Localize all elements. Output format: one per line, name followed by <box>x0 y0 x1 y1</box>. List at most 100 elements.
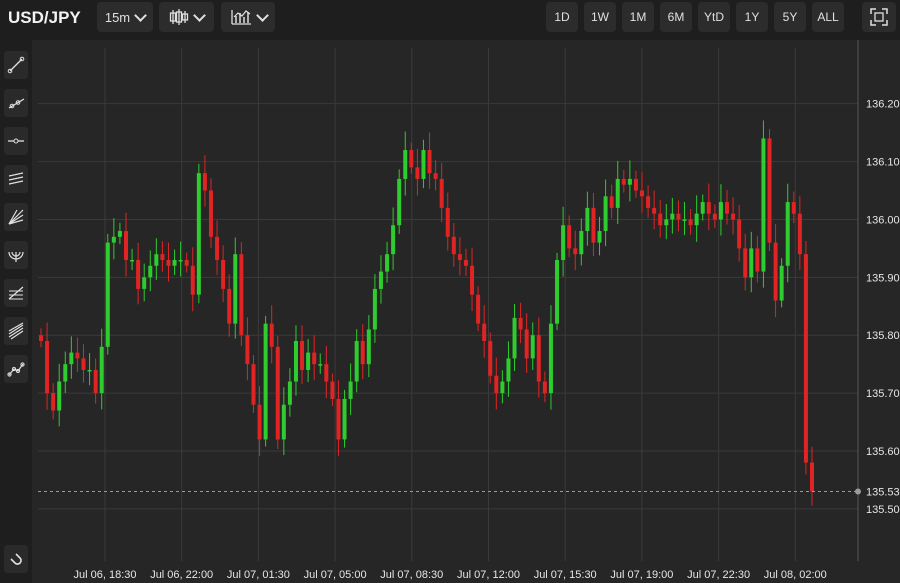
price-tick-label: 135.90 <box>866 272 900 284</box>
price-tick-label: 135.60 <box>866 446 900 458</box>
candle-body <box>366 329 371 365</box>
candle-body <box>633 178 638 191</box>
candle-body <box>810 462 814 492</box>
candle-body <box>385 254 390 272</box>
candle-body <box>536 335 541 382</box>
candle-body <box>93 369 98 394</box>
candle-body <box>615 178 620 208</box>
last-price-marker <box>855 488 861 495</box>
candle-body <box>737 219 742 249</box>
candle-body <box>664 219 669 226</box>
candle-body <box>215 236 220 260</box>
candle-body <box>184 259 189 266</box>
candle-body <box>433 173 438 179</box>
candle-body <box>63 364 68 382</box>
candle-body <box>718 202 723 220</box>
time-tick-label: Jul 07, 05:00 <box>304 569 367 581</box>
candle-body <box>51 393 56 411</box>
candle-body <box>476 294 481 324</box>
candle-body <box>275 346 280 440</box>
last-price-label: 135.53 <box>866 487 900 499</box>
candle-body <box>81 358 86 370</box>
candle-body <box>670 213 675 220</box>
candle-body <box>312 352 317 365</box>
price-axis-labels: 135.50 135.60 135.70 135.80 135.90 136.00 136.… <box>866 99 900 516</box>
candle-body <box>700 202 705 214</box>
candle-body <box>518 317 523 330</box>
candle-body <box>688 219 693 226</box>
candle-body <box>342 398 347 440</box>
candle-body <box>512 317 517 359</box>
candle-body <box>803 254 808 463</box>
candle-body <box>172 259 177 266</box>
candle-body <box>287 381 292 405</box>
candle-body <box>324 364 329 382</box>
candle-body <box>378 271 383 289</box>
candle-body <box>391 225 396 255</box>
time-tick-label: Jul 06, 22:00 <box>150 569 213 581</box>
candle-body <box>451 236 456 255</box>
candle-body <box>609 196 614 208</box>
time-tick-label: Jul 07, 08:30 <box>380 569 443 581</box>
candle-body <box>360 341 365 365</box>
candle-body <box>87 369 92 372</box>
time-tick-label: Jul 07, 12:00 <box>457 569 520 581</box>
candle-body <box>712 213 717 220</box>
candle-body <box>190 265 195 295</box>
candle-body <box>439 178 444 208</box>
candle-body <box>555 259 560 324</box>
candle-body <box>530 335 535 359</box>
candle-body <box>208 190 213 237</box>
candle-body <box>524 329 529 359</box>
candle-body <box>779 265 784 301</box>
time-tick-label: Jul 07, 01:30 <box>227 569 290 581</box>
price-tick-label: 136.20 <box>866 99 900 111</box>
candle-body <box>482 323 487 342</box>
price-chart[interactable]: 135.50 135.60 135.70 135.80 135.90 136.00 136.… <box>0 0 900 583</box>
time-tick-label: Jul 06, 18:30 <box>74 569 137 581</box>
time-tick-label: Jul 07, 22:30 <box>687 569 750 581</box>
candle-body <box>627 178 632 185</box>
candle-body <box>749 248 754 278</box>
price-tick-label: 136.00 <box>866 214 900 226</box>
candle-body <box>105 242 110 347</box>
candle-body <box>488 341 493 376</box>
candle-body <box>318 364 323 366</box>
candle-body <box>676 213 681 220</box>
candle-body <box>397 178 402 226</box>
candle-body <box>494 375 499 394</box>
time-tick-label: Jul 07, 19:00 <box>610 569 673 581</box>
candle-body <box>348 381 353 399</box>
candle-body <box>117 231 122 237</box>
candle-body <box>293 341 298 382</box>
price-tick-label: 135.70 <box>866 388 900 400</box>
candle-body <box>548 323 553 394</box>
candle-body <box>154 254 159 266</box>
candle-body <box>130 259 135 262</box>
candle-body <box>148 265 153 278</box>
candle-body <box>306 352 311 370</box>
candle-body <box>652 207 657 214</box>
candle-body <box>166 259 171 266</box>
candle-body <box>233 254 238 324</box>
candle-body <box>202 173 207 191</box>
candle-body <box>269 323 274 347</box>
candle-body <box>591 207 596 243</box>
candle-body <box>500 381 505 394</box>
candle-body <box>463 259 468 266</box>
candle-body <box>57 381 62 411</box>
candle-body <box>731 213 736 220</box>
candle-body <box>573 248 578 255</box>
candle-body <box>354 341 359 382</box>
candle-body <box>767 138 772 243</box>
candle-body <box>658 213 663 226</box>
candle-body <box>785 202 790 266</box>
candle-body <box>561 225 566 260</box>
candle-body <box>791 202 796 214</box>
candle-body <box>597 231 602 243</box>
candle-body <box>123 231 128 260</box>
candle-body <box>111 236 116 243</box>
candle-body <box>39 335 43 342</box>
candle-body <box>797 213 802 255</box>
candle-body <box>694 213 699 226</box>
